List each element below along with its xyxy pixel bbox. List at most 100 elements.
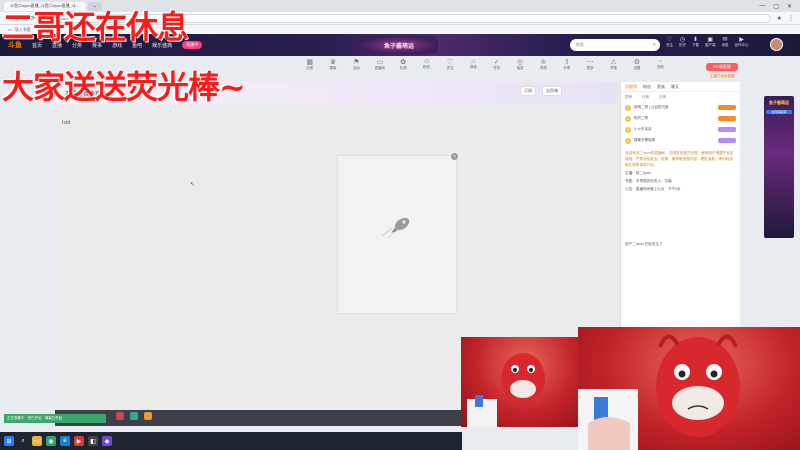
play-icon: ▶	[739, 37, 744, 43]
edge-icon[interactable]: e	[60, 436, 70, 446]
pc-live-button[interactable]: PC端直播	[706, 63, 738, 71]
webcam-overlay	[578, 327, 800, 450]
toolbar-item[interactable]: ⚑ 活动	[347, 58, 366, 80]
event-ad[interactable]: 鱼子酱萌运 全民嗨起来	[764, 96, 794, 238]
lottery-icon: ◎	[517, 59, 524, 66]
dots-icon: ◦	[659, 58, 662, 65]
toolbar-item[interactable]: ◎ 抽奖	[510, 58, 529, 80]
heart-icon: ♡	[666, 37, 673, 43]
gift-icon[interactable]	[130, 412, 138, 420]
stream-caption: 大家送送荧光棒~	[2, 68, 246, 106]
fan-badge	[718, 105, 736, 110]
tab-chat[interactable]: 聊天	[671, 84, 679, 90]
player-label: hdd	[62, 120, 71, 126]
user-icons: ♡ 关注 ◷ 历史 ⬇ 下载 ▣ 客户端 ✉ 消息 ▶ 创作中心	[666, 36, 749, 48]
toolbar-item[interactable]: ✿ 礼物	[394, 58, 413, 80]
stream-caption: 二哥还在休息	[2, 8, 189, 46]
menu-icon[interactable]: ⋮	[788, 15, 794, 22]
tab-total[interactable]: 总榜	[659, 95, 666, 100]
toolbar-item[interactable]: ▦ 分类	[300, 58, 319, 80]
toolbar-item[interactable]: ◦ 其他	[651, 58, 670, 80]
rank-row[interactable]: 4 偶像不需保姆	[621, 135, 740, 146]
status-toast: 正在观看中 · 您已开启 · 弹幕已开启	[4, 414, 106, 423]
mascot-costume-icon	[467, 353, 545, 427]
maximize-icon[interactable]: ▢	[773, 3, 779, 10]
fan-badge	[718, 138, 736, 143]
app-icon[interactable]: ▶	[74, 436, 84, 446]
close-icon[interactable]: ×	[451, 153, 458, 160]
room-actions: 订阅 全民嗨	[520, 86, 562, 96]
message-button[interactable]: ✉ 消息	[722, 36, 729, 48]
system-notice: 欢迎来到二hyun的直播间，文明发言遵守法规，鱼吧用户请遵守社区规则，严禁涉及政…	[625, 151, 734, 167]
rank-row[interactable]: 2 陈的二哥	[621, 113, 740, 124]
task-icon: ✓	[493, 59, 500, 66]
tab-daily[interactable]: 日榜	[642, 95, 649, 100]
grid-icon: ▦	[306, 59, 313, 66]
search-icon[interactable]: ⌕	[653, 42, 656, 49]
chat-line: 主播：前二hyun	[625, 171, 651, 175]
heart-icon: ♡	[446, 59, 454, 66]
os-taskbar: ⊞ ⌕ ▭ ◉ e ▶ ◧ ◆	[0, 432, 462, 450]
cart-icon: ⌂	[471, 58, 476, 65]
windows-start-icon[interactable]: ⊞	[4, 436, 14, 446]
gift-icon[interactable]	[116, 412, 124, 420]
site-search-input[interactable]: 搜索 ⌕	[570, 39, 660, 51]
mail-icon: ✉	[722, 37, 728, 43]
files-icon[interactable]: ▭	[32, 436, 42, 446]
star-icon[interactable]: ★	[777, 15, 782, 22]
monitor-icon: ▣	[707, 37, 714, 43]
tab-nobles[interactable]: 贵族	[657, 84, 665, 90]
close-icon[interactable]: ✕	[787, 3, 792, 10]
gift-icon[interactable]	[144, 412, 152, 420]
app-icon[interactable]: ◧	[88, 436, 98, 446]
tab-contribution[interactable]: 贡献榜	[625, 84, 637, 90]
toolbar-item[interactable]: ⌂ 商城	[464, 58, 483, 80]
creator-button[interactable]: ▶ 创作中心	[735, 36, 749, 48]
follow-button[interactable]: ♡ 关注	[666, 36, 673, 48]
toolbar-item[interactable]: ☺ 粉丝	[417, 58, 436, 80]
chat-line: 公告：直播时间晚上七点 · 下午3点	[625, 187, 681, 191]
rocket-icon	[381, 217, 410, 239]
toolbar-item[interactable]: ⚙ 设置	[627, 58, 646, 80]
minimize-icon[interactable]: —	[759, 3, 765, 10]
rank-row[interactable]: 1 前嘅二哥 | 公益防沉迷	[621, 102, 740, 113]
party-button[interactable]: 全民嗨	[542, 86, 562, 96]
chat-tabs: 贡献榜 粉丝 贵族 聊天	[621, 82, 740, 92]
more-icon: ⋯	[586, 59, 594, 66]
anchor-link[interactable]: 主播已连续直播	[710, 74, 735, 79]
tab-fans[interactable]: 粉丝	[643, 84, 651, 90]
trophy-icon: ♛	[329, 59, 337, 66]
gear-icon: ⚙	[633, 59, 641, 66]
client-button[interactable]: ▣ 客户端	[705, 36, 716, 48]
toolbar-item[interactable]: ♡ 关注	[440, 58, 459, 80]
flag-icon: ⚑	[353, 59, 360, 66]
download-button[interactable]: ⬇ 下载	[692, 36, 699, 48]
users-icon: ☺	[422, 58, 431, 65]
browser-icon[interactable]: ◉	[46, 436, 56, 446]
toolbar-item[interactable]: ⋯ 更多	[581, 58, 600, 80]
rank-period-tabs: 周榜 日榜 总榜	[621, 92, 740, 102]
toolbar-item[interactable]: ♔ 贵族	[534, 58, 553, 80]
history-button[interactable]: ◷ 历史	[679, 36, 686, 48]
download-icon: ⬇	[692, 37, 699, 43]
toolbar-item[interactable]: ▭ 直播间	[370, 58, 389, 80]
toolbar-item[interactable]: ⇪ 分享	[557, 58, 576, 80]
chat-line: 专属：不再想念你的人，共勉	[625, 179, 672, 183]
rank-row[interactable]: 3 小火车亲亲	[621, 124, 740, 135]
fan-badge	[718, 116, 736, 121]
avatar[interactable]	[770, 38, 783, 51]
app-icon[interactable]: ◆	[102, 436, 112, 446]
search-icon[interactable]: ⌕	[18, 436, 28, 446]
toolbar-item[interactable]: ♛ 赛事	[323, 58, 342, 80]
chat-line: 用户二hyun 已经关注了	[625, 242, 663, 246]
gift-icon: ✿	[400, 59, 407, 66]
fan-badge	[718, 127, 736, 132]
tab-weekly[interactable]: 周榜	[625, 95, 632, 100]
tv-icon: ▭	[376, 59, 384, 66]
report-icon: ⚠	[610, 59, 617, 66]
event-banner[interactable]: 鱼子酱萌运	[360, 36, 438, 54]
subscribe-button[interactable]: 订阅	[520, 86, 536, 96]
toolbar-item[interactable]: ⚠ 举报	[604, 58, 623, 80]
toolbar-item[interactable]: ✓ 任务	[487, 58, 506, 80]
mouse-cursor-icon: ↖	[190, 182, 196, 188]
